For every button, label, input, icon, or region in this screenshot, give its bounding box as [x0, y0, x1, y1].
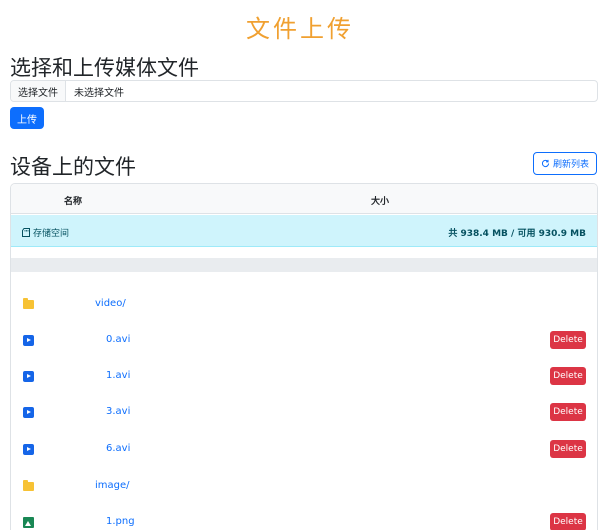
refresh-list-button[interactable]: 刷新列表 [533, 152, 597, 175]
table-row: 1.avi Delete [11, 359, 597, 395]
file-link[interactable]: 1.png [106, 516, 135, 527]
folder-icon [23, 298, 34, 309]
table-row: video/ [11, 287, 597, 323]
name-column-header: 名称 [64, 197, 83, 207]
page-title: 文件上传 [246, 15, 354, 43]
files-section-heading: 设备上的文件 [10, 155, 136, 179]
choose-file-button[interactable]: 选择文件 [11, 81, 66, 101]
storage-card-icon [22, 228, 30, 237]
refresh-list-label: 刷新列表 [552, 160, 589, 170]
storage-info-row: 存储空间 共 938.4 MB / 可用 930.9 MB [11, 215, 597, 247]
refresh-icon [541, 159, 550, 168]
video-file-icon [23, 444, 34, 455]
video-file-icon [23, 335, 34, 346]
file-link[interactable]: 6.avi [106, 443, 130, 454]
delete-button[interactable]: Delete [550, 403, 586, 421]
storage-summary: 共 938.4 MB / 可用 930.9 MB [448, 229, 586, 239]
image-file-icon [23, 517, 34, 528]
table-header: 名称 大小 [11, 184, 597, 214]
folder-link[interactable]: video/ [95, 298, 126, 309]
table-row: 0.avi Delete [11, 323, 597, 359]
upload-button[interactable]: 上传 [10, 107, 44, 129]
upload-section-heading: 选择和上传媒体文件 [10, 56, 199, 80]
file-input[interactable]: 选择文件 未选择文件 [10, 80, 598, 102]
storage-label: 存储空间 [22, 226, 69, 239]
video-file-icon [23, 371, 34, 382]
table-divider-bar [11, 258, 597, 272]
size-column-header: 大小 [371, 197, 390, 207]
file-status-text: 未选择文件 [74, 87, 124, 99]
table-row: image/ [11, 469, 597, 505]
table-row: 1.png Delete [11, 505, 597, 530]
delete-button[interactable]: Delete [550, 367, 586, 385]
folder-icon [23, 480, 34, 491]
file-table: 名称 大小 存储空间 共 938.4 MB / 可用 930.9 MB vide… [10, 183, 598, 530]
delete-button[interactable]: Delete [550, 513, 586, 530]
video-file-icon [23, 407, 34, 418]
storage-label-text: 存储空间 [33, 229, 70, 239]
table-row: 3.avi Delete [11, 395, 597, 431]
folder-link[interactable]: image/ [95, 480, 130, 491]
file-link[interactable]: 1.avi [106, 370, 130, 381]
table-row: 6.avi Delete [11, 432, 597, 468]
delete-button[interactable]: Delete [550, 440, 586, 458]
file-link[interactable]: 3.avi [106, 406, 130, 417]
delete-button[interactable]: Delete [550, 331, 586, 349]
file-link[interactable]: 0.avi [106, 334, 130, 345]
